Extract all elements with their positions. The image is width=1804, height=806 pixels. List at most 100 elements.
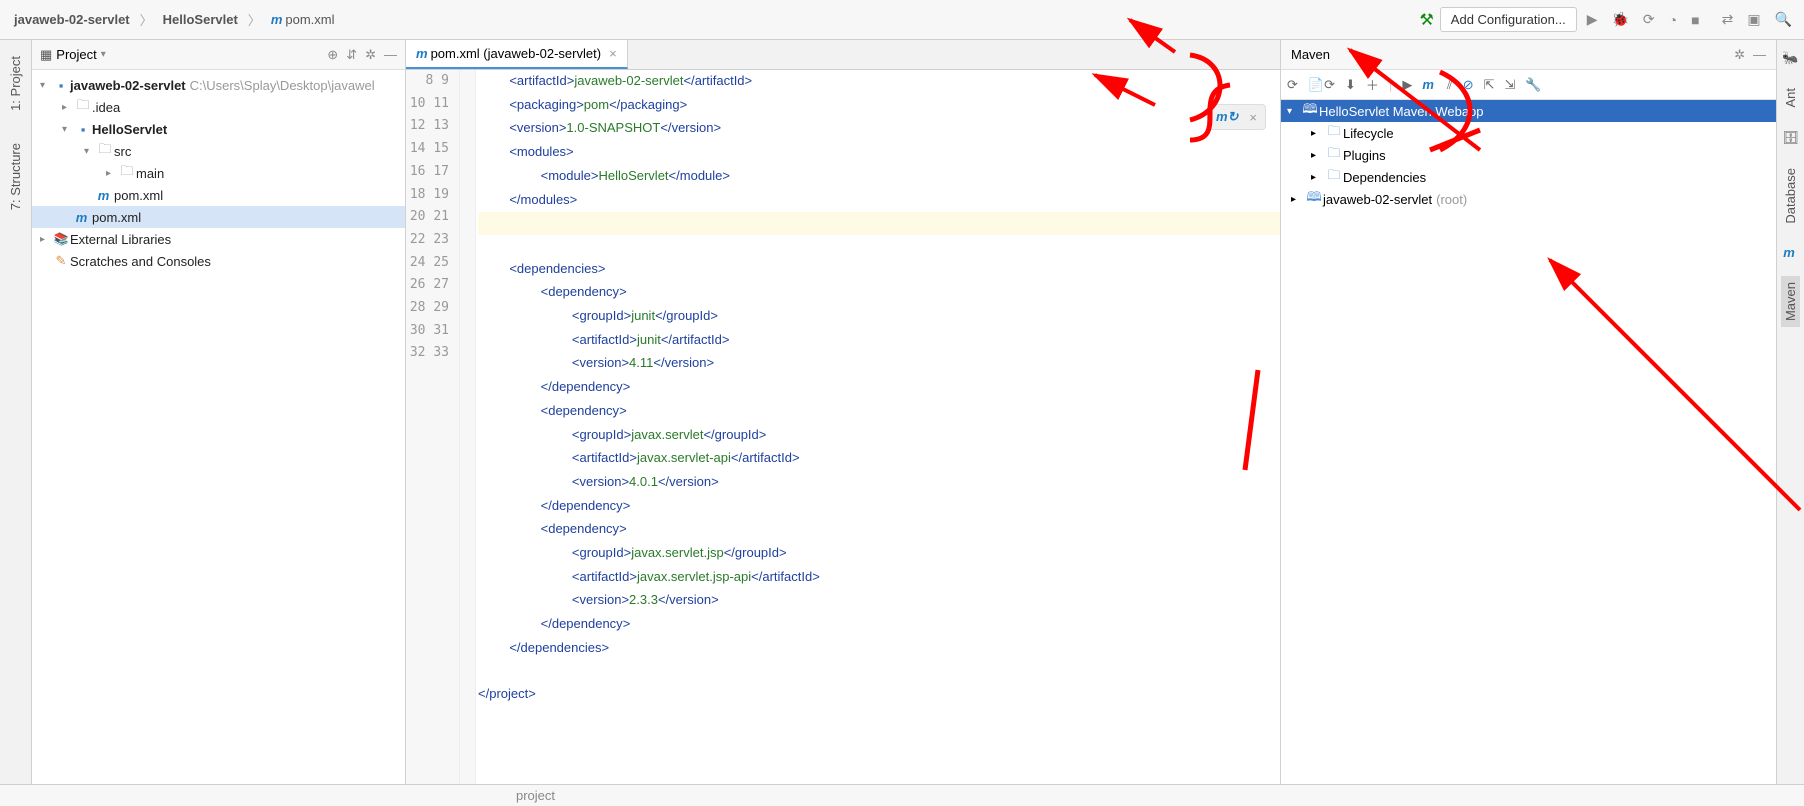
editor-tab-pom[interactable]: m pom.xml (javaweb-02-servlet) × [406,40,628,69]
toggle-skip-tests-icon[interactable]: ⊘ [1463,77,1474,93]
collapse-icon[interactable]: ⇱ [1484,77,1495,93]
stop-icon[interactable]: ■ [1687,10,1703,30]
maven-label: HelloServlet Maven Webapp [1319,104,1484,119]
maven-module-icon: 🕮 [1305,188,1323,210]
editor-body[interactable]: 8 9 10 11 12 13 14 15 16 17 18 19 20 21 … [406,70,1280,784]
generate-sources-icon[interactable]: 📄⟳ [1308,77,1335,93]
maven-project-root[interactable]: ▸ 🕮 javaweb-02-servlet (root) [1281,188,1776,210]
maven-tree[interactable]: ▾ 🕮 HelloServlet Maven Webapp ▸ 🗀 Lifecy… [1281,100,1776,784]
maven-reload-icon[interactable]: m↻ [1216,109,1238,125]
locate-icon[interactable]: ⊕ [327,47,338,63]
expand-arrow-icon[interactable]: ▸ [62,102,74,113]
expand-arrow-icon[interactable]: ▸ [40,234,52,245]
settings-icon[interactable]: 🔧 [1525,77,1541,93]
tree-item-pom-root[interactable]: m pom.xml [32,206,405,228]
run-config-select[interactable]: Add Configuration... [1440,7,1577,32]
expand-arrow-icon[interactable]: ▸ [1311,172,1325,183]
tree-item-src[interactable]: ▾ 🗀 src [32,140,405,162]
tree-item-external-libraries[interactable]: ▸ 📚 External Libraries [32,228,405,250]
expand-arrow-icon[interactable]: ▸ [1311,128,1325,139]
maven-file-icon: m [98,188,110,203]
toggle-offline-icon[interactable]: ⫽ [1447,77,1453,93]
editor-breadcrumb[interactable]: project [450,788,555,803]
maven-label: javaweb-02-servlet [1323,192,1432,207]
hide-icon[interactable]: — [384,47,397,63]
ant-icon[interactable]: 🐜 [1782,50,1798,66]
profile-icon[interactable]: ◔ [1665,10,1681,30]
maven-icon[interactable]: m [1783,245,1795,260]
coverage-icon[interactable]: ⟳ [1639,9,1659,30]
breadcrumb-file[interactable]: mpom.xml [265,10,341,29]
gear-icon[interactable]: ✲ [365,47,376,63]
run-icon[interactable]: ▶ [1402,77,1412,93]
tree-label: src [114,144,131,159]
tree-item-main[interactable]: ▸ 🗀 main [32,162,405,184]
download-icon[interactable]: ⬇ [1345,77,1356,93]
maven-project-helloservlet[interactable]: ▾ 🕮 HelloServlet Maven Webapp [1281,100,1776,122]
maven-plugins[interactable]: ▸ 🗀 Plugins [1281,144,1776,166]
tool-tab-database[interactable]: Database [1781,162,1800,230]
close-icon[interactable]: × [1249,110,1257,125]
build-icon[interactable]: ⚒ [1419,10,1433,30]
maven-file-icon: m [416,46,428,61]
right-tool-stripe: 🐜 Ant 🗄 Database m Maven [1776,40,1804,784]
toolbar-right: ⚒ Add Configuration... ▶ 🐞 ⟳ ◔ ■ ⇄ ▣ 🔍 [1419,7,1796,32]
expand-arrow-icon[interactable]: ▾ [84,146,96,157]
hide-icon[interactable]: — [1753,47,1766,63]
tree-path: C:\Users\Splay\Desktop\javawel [190,78,375,93]
breadcrumb-project[interactable]: javaweb-02-servlet [8,10,136,29]
fold-gutter[interactable] [460,70,476,784]
run-icon[interactable]: ▶ [1583,9,1602,30]
breadcrumb-module[interactable]: HelloServlet [157,10,244,29]
project-tree[interactable]: ▾ ▪ javaweb-02-servlet C:\Users\Splay\De… [32,70,405,276]
folder-icon: 🗀 [118,162,136,184]
git-icon[interactable]: ⇄ [1718,9,1738,30]
chevron-right-icon: 〉 [248,10,261,29]
execute-goal-icon[interactable]: m [1422,77,1434,92]
code-content[interactable]: <artifactId>javaweb-02-servlet</artifact… [476,70,1280,784]
maven-file-icon: m [271,12,283,27]
project-view-selector[interactable]: ▦ Project ▾ [40,47,106,63]
tree-label: pom.xml [92,210,141,225]
tool-tab-project[interactable]: 1: Project [6,50,25,117]
tree-label: .idea [92,100,120,115]
layout-icon[interactable]: ▣ [1743,9,1764,30]
expand-arrow-icon[interactable]: ▾ [1287,106,1301,117]
tree-item-idea[interactable]: ▸ 🗀 .idea [32,96,405,118]
tree-root[interactable]: ▾ ▪ javaweb-02-servlet C:\Users\Splay\De… [32,74,405,96]
tool-tab-ant[interactable]: Ant [1781,82,1800,114]
add-icon[interactable]: ＋ [1366,75,1379,94]
debug-icon[interactable]: 🐞 [1607,9,1632,30]
tree-label: HelloServlet [92,122,167,137]
expand-arrow-icon[interactable]: ▸ [1311,150,1325,161]
tree-item-pom-child[interactable]: m pom.xml [32,184,405,206]
expand-icon[interactable]: ⇲ [1505,77,1516,93]
line-number-gutter: 8 9 10 11 12 13 14 15 16 17 18 19 20 21 … [406,70,460,784]
expand-arrow-icon[interactable]: ▾ [62,124,74,135]
tree-item-helloservlet[interactable]: ▾ ▪ HelloServlet [32,118,405,140]
maven-suffix: (root) [1436,192,1467,207]
gear-icon[interactable]: ✲ [1734,47,1745,63]
tree-item-scratches[interactable]: ✎ Scratches and Consoles [32,250,405,272]
lifecycle-icon: 🗀 [1325,122,1343,144]
plugins-icon: 🗀 [1325,144,1343,166]
dependencies-icon: 🗀 [1325,166,1343,188]
search-icon[interactable]: 🔍 [1771,9,1796,30]
tab-label: pom.xml (javaweb-02-servlet) [431,46,602,61]
tree-label: javaweb-02-servlet [70,78,186,93]
expand-arrow-icon[interactable]: ▸ [106,168,118,179]
reload-icon[interactable]: ⟳ [1287,77,1298,93]
expand-arrow-icon[interactable]: ▾ [40,80,52,91]
tool-tab-structure[interactable]: 7: Structure [6,137,25,216]
maven-lifecycle[interactable]: ▸ 🗀 Lifecycle [1281,122,1776,144]
maven-panel-header: Maven ✲ — [1281,40,1776,70]
tool-tab-maven[interactable]: Maven [1781,276,1800,327]
expand-icon[interactable]: ⇵ [346,47,357,63]
maven-dependencies[interactable]: ▸ 🗀 Dependencies [1281,166,1776,188]
close-icon[interactable]: × [609,46,617,61]
database-icon[interactable]: 🗄 [1782,130,1799,146]
navigation-bar: javaweb-02-servlet 〉 HelloServlet 〉 mpom… [0,0,1804,40]
dropdown-icon: ▾ [101,49,106,60]
module-icon: ▪ [74,122,92,137]
expand-arrow-icon[interactable]: ▸ [1291,194,1305,205]
